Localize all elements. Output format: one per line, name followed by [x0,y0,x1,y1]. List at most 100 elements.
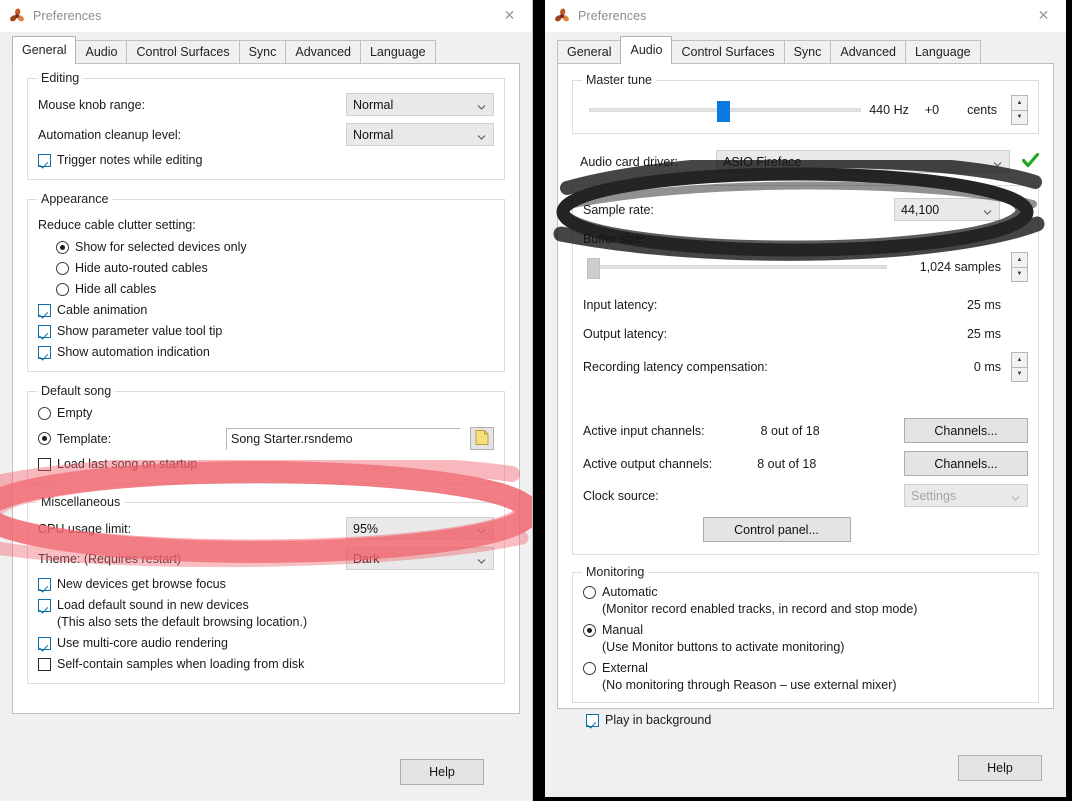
row-buffer-size-label: Buffer size: [583,228,1028,250]
buffer-size-spinner[interactable]: ▲ ▼ [1011,252,1028,282]
preferences-window-general: Preferences ✕ General Audio Control Surf… [0,0,533,801]
checkbox-icon [586,713,599,727]
checkbox-default-sound[interactable]: Load default sound in new devices [38,598,494,612]
checkbox-trigger-notes[interactable]: Trigger notes while editing [38,153,494,167]
checkbox-cable-animation-label: Cable animation [57,303,148,317]
reason-propeller-icon [554,8,570,24]
right-footer: Help [545,745,1066,797]
tab-sync[interactable]: Sync [783,40,832,64]
mouse-knob-range-dropdown[interactable]: Normal [346,93,494,116]
master-tune-slider[interactable] [589,101,861,122]
radio-template-song[interactable]: Template: [38,432,111,446]
right-black-edge [1066,0,1072,801]
template-file-field[interactable]: Song Starter.rsndemo [226,427,460,450]
tab-advanced[interactable]: Advanced [285,40,361,64]
tab-language[interactable]: Language [359,40,436,64]
group-appearance-legend: Appearance [37,192,113,206]
automation-cleanup-dropdown[interactable]: Normal [346,123,494,146]
master-tune-spinner[interactable]: ▲ ▼ [1011,95,1028,125]
spinner-up-icon[interactable]: ▲ [1011,252,1028,267]
checkbox-load-last-song[interactable]: Load last song on startup [38,457,494,471]
tab-control-surfaces[interactable]: Control Surfaces [671,40,785,64]
recording-latency-value: 0 ms [973,360,1001,374]
close-icon[interactable]: ✕ [487,0,532,31]
radio-hide-auto-routed[interactable]: Hide auto-routed cables [56,261,494,275]
checkbox-automation-indication[interactable]: Show automation indication [38,345,494,359]
cpu-usage-limit-dropdown[interactable]: 95% [346,517,494,540]
browse-template-button[interactable] [470,427,494,450]
row-master-tune: 440 Hz +0 cents ▲ ▼ [583,95,1028,125]
buffer-size-value: 1,024 samples [919,260,1001,274]
tab-advanced[interactable]: Advanced [830,40,906,64]
checkbox-icon [38,303,51,317]
radio-empty-song[interactable]: Empty [38,406,494,420]
checkbox-play-in-background[interactable]: Play in background [586,713,1053,727]
recording-latency-spinner[interactable]: ▲ ▼ [1011,352,1028,382]
tab-audio[interactable]: Audio [620,36,673,64]
master-tune-cents-unit: cents [967,103,997,117]
buffer-size-slider[interactable] [587,258,887,279]
radio-monitoring-external[interactable]: External [583,661,1028,675]
default-sound-note: (This also sets the default browsing loc… [57,615,308,629]
help-button[interactable]: Help [958,755,1042,781]
clock-source-dropdown[interactable]: Settings [904,484,1028,507]
tab-control-surfaces[interactable]: Control Surfaces [126,40,240,64]
active-output-channels-value: 8 out of 18 [757,456,817,471]
audio-card-driver-label: Audio card driver: [580,154,678,169]
checkbox-self-contain[interactable]: Self-contain samples when loading from d… [38,657,494,671]
control-panel-button[interactable]: Control panel... [702,517,851,542]
checkbox-icon [38,636,51,650]
output-channels-button[interactable]: Channels... [904,451,1028,476]
group-master-tune-legend: Master tune [582,73,657,87]
spinner-down-icon[interactable]: ▼ [1011,266,1028,282]
checkbox-param-tooltip-label: Show parameter value tool tip [57,324,223,338]
checkbox-play-in-background-label: Play in background [605,713,712,727]
radio-icon [583,585,596,599]
tab-audio[interactable]: Audio [75,40,128,64]
master-tune-cents-value: +0 [924,103,940,117]
tab-sync[interactable]: Sync [238,40,287,64]
radio-icon [56,261,69,275]
spinner-down-icon[interactable]: ▼ [1011,366,1028,382]
monitoring-external-note: (No monitoring through Reason – use exte… [602,678,897,692]
checkbox-browse-focus[interactable]: New devices get browse focus [38,577,494,591]
checkbox-multicore[interactable]: Use multi-core audio rendering [38,636,494,650]
close-icon[interactable]: ✕ [1021,0,1066,31]
general-page: Editing Mouse knob range: Normal Automat… [12,63,520,714]
audio-card-driver-dropdown[interactable]: ASIO Fireface [716,150,1010,173]
checkbox-load-last-song-label: Load last song on startup [57,457,198,471]
active-input-channels-label: Active input channels: [583,423,705,438]
radio-show-selected-devices[interactable]: Show for selected devices only [56,240,494,254]
theme-dropdown[interactable]: Dark [346,547,494,570]
row-audio-card-driver: Audio card driver: ASIO Fireface [580,150,1040,173]
checkbox-param-tooltip[interactable]: Show parameter value tool tip [38,324,494,338]
checkbox-cable-animation[interactable]: Cable animation [38,303,494,317]
input-channels-button[interactable]: Channels... [904,418,1028,443]
radio-monitoring-manual[interactable]: Manual [583,623,1028,637]
audio-page: Master tune 440 Hz +0 cents ▲ ▼ Audio ca… [557,63,1054,727]
help-button[interactable]: Help [400,759,484,785]
slider-thumb[interactable] [717,101,730,122]
spinner-up-icon[interactable]: ▲ [1011,352,1028,367]
template-file-value: Song Starter.rsndemo [231,432,353,446]
spinner-down-icon[interactable]: ▼ [1011,109,1028,125]
tab-general[interactable]: General [557,40,622,64]
recording-latency-label: Recording latency compensation: [583,360,768,374]
radio-monitoring-automatic[interactable]: Automatic [583,585,1028,599]
slider-thumb[interactable] [587,258,600,279]
group-default-song-legend: Default song [37,384,116,398]
radio-monitoring-external-label: External [602,661,648,675]
tab-language[interactable]: Language [904,40,981,64]
sample-rate-dropdown[interactable]: 44,100 [894,198,1000,221]
group-miscellaneous-legend: Miscellaneous [37,495,125,509]
radio-show-selected-devices-label: Show for selected devices only [75,240,247,254]
clock-source-label: Clock source: [583,488,659,503]
radio-hide-all-cables[interactable]: Hide all cables [56,282,494,296]
row-cable-clutter: Reduce cable clutter setting: [38,214,494,236]
spinner-up-icon[interactable]: ▲ [1011,95,1028,110]
sample-rate-value: 44,100 [901,202,940,217]
tab-general[interactable]: General [12,36,77,64]
radio-icon [56,282,69,296]
row-mouse-knob-range: Mouse knob range: Normal [38,93,494,116]
mouse-knob-range-label: Mouse knob range: [38,97,146,112]
